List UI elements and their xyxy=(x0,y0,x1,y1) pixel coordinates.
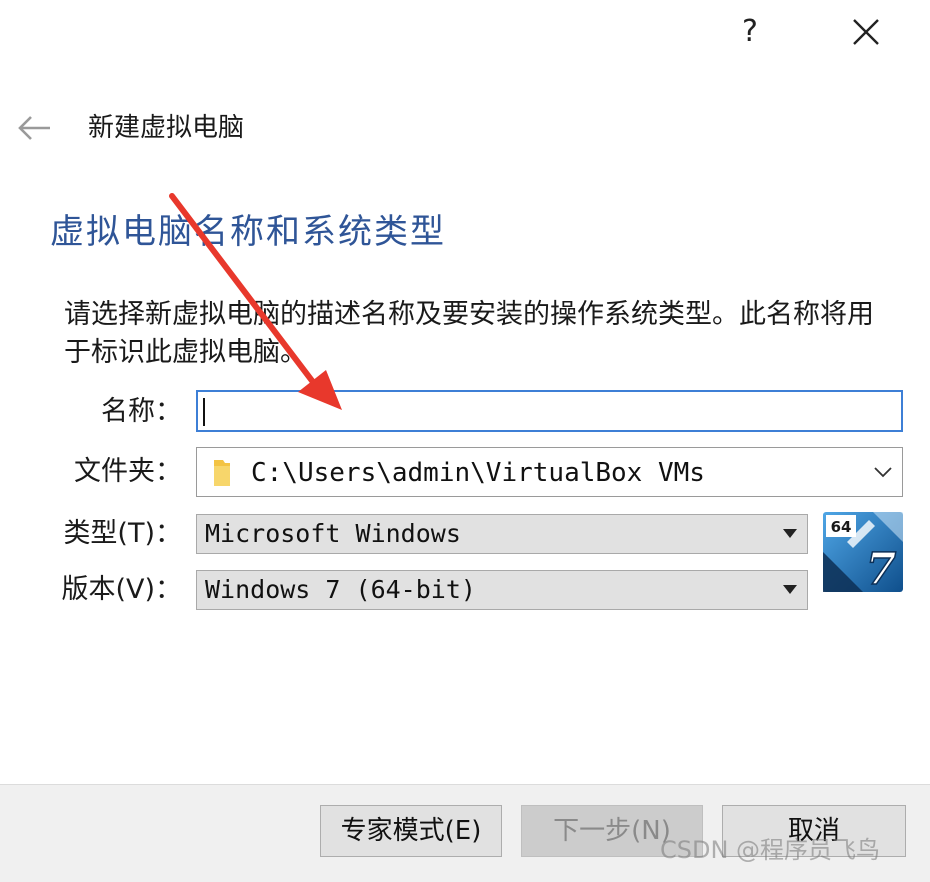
text-caret xyxy=(203,398,205,426)
back-button[interactable] xyxy=(12,110,56,146)
type-combobox[interactable]: Microsoft Windows xyxy=(196,514,808,554)
folder-combobox[interactable]: C:\Users\admin\VirtualBox VMs xyxy=(196,447,903,497)
close-icon xyxy=(853,19,879,45)
watermark: CSDN @程序员飞鸟 xyxy=(660,836,881,864)
button-bar: 专家模式(E) 下一步(N) 取消 xyxy=(0,784,930,882)
expert-mode-button[interactable]: 专家模式(E) xyxy=(320,805,502,857)
back-arrow-icon xyxy=(18,116,50,140)
help-button[interactable]: ? xyxy=(728,10,772,54)
windows-7-64bit-icon: 64 7 xyxy=(823,512,903,592)
version-combobox[interactable]: Windows 7 (64-bit) xyxy=(196,570,808,610)
chevron-down-icon xyxy=(874,467,892,478)
name-input[interactable] xyxy=(196,390,903,432)
name-label: 名称： xyxy=(101,396,182,427)
version-value: Windows 7 (64-bit) xyxy=(205,575,476,604)
os-version-number: 7 xyxy=(866,544,897,592)
close-button[interactable] xyxy=(838,10,894,54)
dropdown-arrow-icon xyxy=(783,585,797,594)
type-value: Microsoft Windows xyxy=(205,519,461,548)
section-heading: 虚拟电脑名称和系统类型 xyxy=(50,212,446,252)
wizard-title: 新建虚拟电脑 xyxy=(88,113,245,143)
folder-path-value: C:\Users\admin\VirtualBox VMs xyxy=(251,458,705,488)
version-label: 版本(V)： xyxy=(61,574,182,605)
type-label: 类型(T)： xyxy=(63,518,182,549)
folder-label: 文件夹： xyxy=(74,456,182,487)
folder-icon xyxy=(214,460,230,486)
os-bit-badge: 64 xyxy=(831,518,852,536)
dropdown-arrow-icon xyxy=(783,529,797,538)
section-description: 请选择新虚拟电脑的描述名称及要安装的操作系统类型。此名称将用于标识此虚拟电脑。 xyxy=(64,299,874,368)
